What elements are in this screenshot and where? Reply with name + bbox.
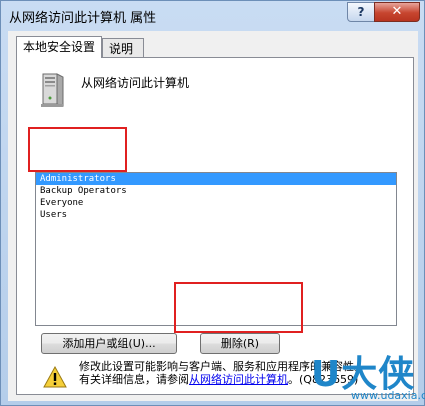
warning-prefix: 有关详细信息，请参阅 [79,373,189,386]
list-item-administrators[interactable]: Administrators [36,173,396,185]
warning-icon [43,366,67,388]
compatibility-warning: 修改此设置可能影响与客户端、服务和应用程序的兼容性。 有关详细信息，请参阅从网络… [79,360,365,386]
computer-icon [41,73,64,107]
tab-explain[interactable]: 说明 [102,38,144,58]
title-bar[interactable]: 从网络访问此计算机 属性 ? ✕ [1,1,424,31]
add-user-or-group-button[interactable]: 添加用户或组(U)... [41,333,177,354]
list-item-backup-operators[interactable]: Backup Operators [36,185,396,197]
remove-button[interactable]: 删除(R) [200,333,280,354]
tab-panel: 从网络访问此计算机 Administrators Backup Operator… [16,57,414,395]
list-item-users[interactable]: Users [36,209,396,221]
warning-line-2: 有关详细信息，请参阅从网络访问此计算机。(Q823659) [79,373,365,386]
tab-local-security-setting[interactable]: 本地安全设置 [16,36,102,58]
policy-name: 从网络访问此计算机 [81,76,190,90]
warning-line-1: 修改此设置可能影响与客户端、服务和应用程序的兼容性。 [79,360,365,373]
help-button[interactable]: ? [347,2,375,22]
users-listbox[interactable]: Administrators Backup Operators Everyone… [35,172,397,326]
dialog-client-area: 本地安全设置 说明 从网络访问此计算机 Administrators Backu… [8,31,418,401]
warning-suffix: 。(Q823659) [288,373,359,386]
list-item-everyone[interactable]: Everyone [36,197,396,209]
properties-dialog: 从网络访问此计算机 属性 ? ✕ 本地安全设置 说明 从网络访问此计算机 Adm… [0,0,425,406]
close-button[interactable]: ✕ [374,2,420,22]
window-title: 从网络访问此计算机 属性 [9,11,157,26]
help-link[interactable]: 从网络访问此计算机 [189,373,288,386]
